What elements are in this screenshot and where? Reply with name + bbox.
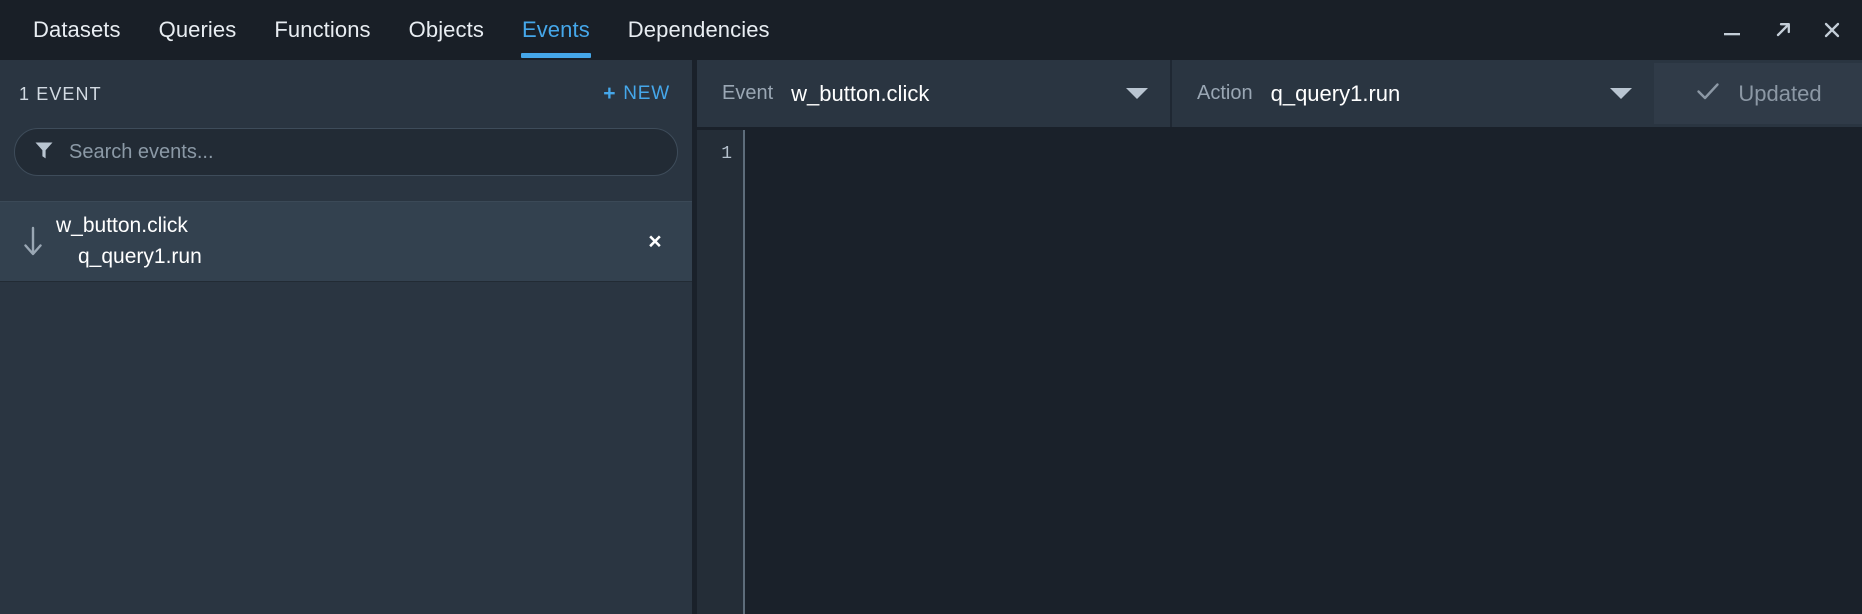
search-box[interactable] [14, 128, 678, 176]
chevron-down-icon [1610, 88, 1632, 99]
search-input[interactable] [69, 140, 659, 164]
new-event-label: NEW [623, 83, 670, 104]
events-sidebar: 1 EVENT + NEW Search events... w_button.… [0, 60, 692, 614]
window-controls [1718, 0, 1846, 60]
event-editor-toolbar: Event w_button.click Action q_query1.run… [697, 60, 1862, 127]
remove-event-button[interactable]: × [640, 227, 670, 257]
line-number: 1 [721, 144, 732, 164]
arrow-down-icon [10, 222, 56, 262]
update-button-label: Updated [1738, 80, 1822, 106]
tab-functions[interactable]: Functions [255, 0, 389, 60]
tab-label: Events [521, 17, 590, 42]
tab-events[interactable]: Events [503, 0, 609, 60]
editor-gutter: 1 [697, 130, 745, 614]
events-list: w_button.click q_query1.run × [0, 201, 692, 614]
action-dropdown-value: q_query1.run [1270, 80, 1401, 106]
tab-datasets[interactable]: Datasets [14, 0, 140, 60]
tab-label: Functions [274, 17, 371, 42]
chevron-down-icon [1126, 88, 1148, 99]
main-body: 1 EVENT + NEW Search events... w_button.… [0, 60, 1862, 614]
minimize-button[interactable] [1718, 16, 1746, 44]
event-dropdown-label: Event [722, 82, 774, 104]
list-item-trigger: w_button.click [56, 214, 188, 238]
list-item[interactable]: w_button.click q_query1.run × [0, 201, 692, 282]
search-container [0, 128, 692, 176]
expand-icon [1770, 18, 1794, 42]
tab-label: Datasets [33, 17, 121, 42]
tab-queries[interactable]: Queries [140, 0, 256, 60]
event-count-label: 1 EVENT [19, 83, 102, 104]
plus-icon: + [603, 81, 617, 105]
top-tab-bar: Datasets Queries Functions Objects Event… [0, 0, 1862, 60]
action-dropdown-label: Action [1197, 82, 1253, 104]
expand-button[interactable] [1768, 16, 1796, 44]
tab-label: Dependencies [627, 17, 770, 42]
new-event-button[interactable]: + NEW [603, 83, 670, 105]
event-dropdown-value: w_button.click [791, 80, 930, 106]
tab-label: Objects [408, 17, 484, 42]
close-icon: × [648, 228, 662, 254]
events-sidebar-header: 1 EVENT + NEW [0, 60, 692, 128]
close-button[interactable] [1818, 16, 1846, 44]
tab-dependencies[interactable]: Dependencies [609, 0, 789, 60]
filter-funnel-icon [33, 139, 55, 166]
code-editor[interactable]: 1 [697, 130, 1862, 614]
list-item-action: q_query1.run [78, 244, 202, 268]
list-item-labels: w_button.click q_query1.run [56, 212, 640, 271]
update-button[interactable]: Updated [1654, 63, 1862, 124]
event-dropdown[interactable]: Event w_button.click [697, 60, 1170, 127]
check-icon [1694, 77, 1722, 110]
action-dropdown[interactable]: Action q_query1.run [1170, 60, 1654, 127]
tab-list: Datasets Queries Functions Objects Event… [0, 0, 789, 60]
minimize-icon [1720, 18, 1744, 42]
event-editor-panel: Event w_button.click Action q_query1.run… [697, 60, 1862, 614]
editor-textarea[interactable] [745, 130, 1862, 614]
tab-label: Queries [158, 17, 237, 42]
tab-objects[interactable]: Objects [390, 0, 503, 60]
close-icon [1820, 18, 1844, 42]
